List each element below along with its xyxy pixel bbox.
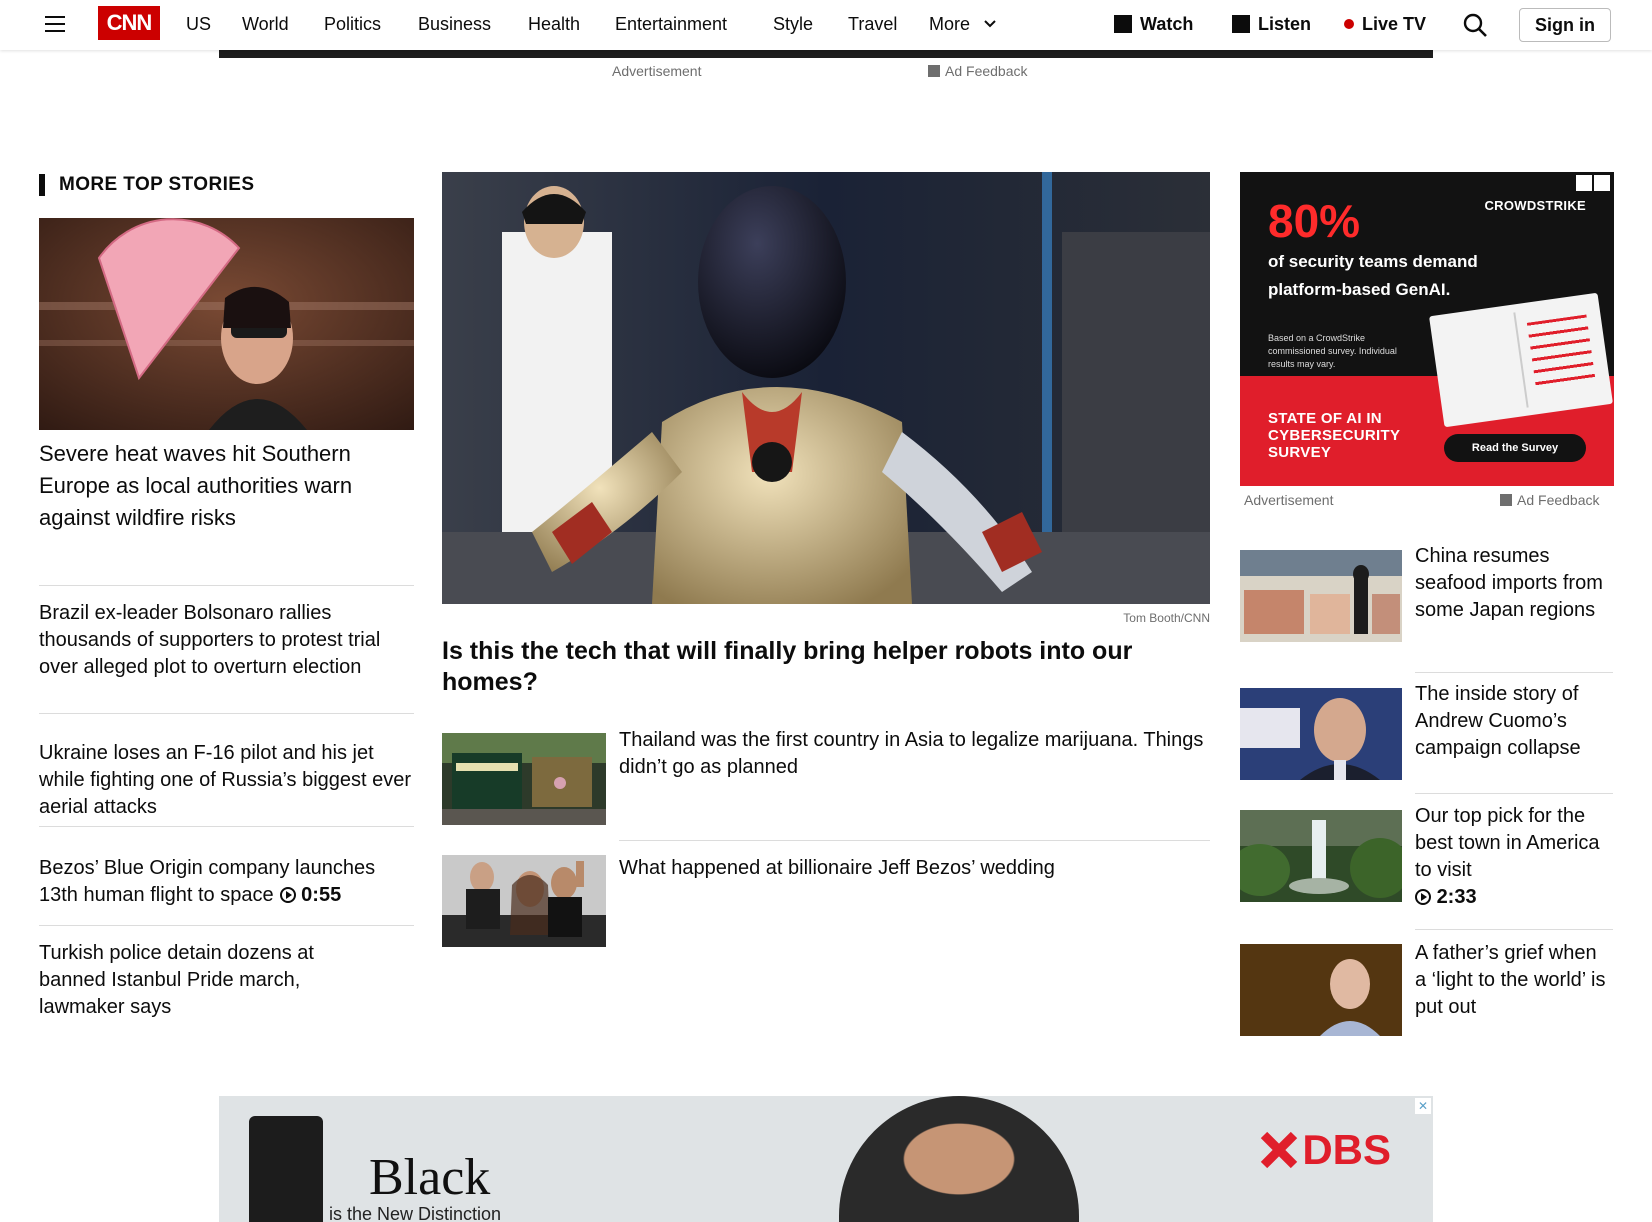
- listen-label: Listen: [1258, 14, 1312, 34]
- nav-style[interactable]: Style: [773, 10, 813, 38]
- story-image-seafood[interactable]: [1240, 550, 1402, 642]
- ad-person-image: [839, 1096, 1079, 1222]
- divider: [1415, 793, 1613, 794]
- story-image-thailand[interactable]: [442, 733, 606, 825]
- story-headline-ukraine[interactable]: Ukraine loses an F-16 pilot and his jet …: [39, 740, 414, 821]
- story-image-waterfall[interactable]: [1240, 810, 1402, 902]
- ad-percent: 80%: [1268, 195, 1361, 247]
- duration-label: 2:33: [1436, 886, 1477, 908]
- menu-icon[interactable]: [39, 8, 71, 40]
- right-ad-feedback-label: Ad Feedback: [1517, 492, 1600, 508]
- section-title: MORE TOP STORIES: [39, 174, 254, 196]
- story-image-bezos-wedding[interactable]: [442, 855, 606, 947]
- watch-label: Watch: [1140, 14, 1194, 34]
- lead-story-headline[interactable]: Is this the tech that will finally bring…: [442, 636, 1202, 698]
- dbs-logo-text: DBS: [1302, 1126, 1391, 1173]
- ad-card-image: [249, 1116, 323, 1222]
- video-duration: 0:55: [279, 884, 342, 906]
- lead-story-image-robot[interactable]: [442, 172, 1210, 604]
- live-tv-link[interactable]: Live TV: [1344, 10, 1426, 38]
- ad-brand: CROWDSTRIKE: [1484, 198, 1586, 213]
- divider: [39, 925, 414, 926]
- top-ad-feedback[interactable]: Ad Feedback: [928, 63, 1028, 79]
- ad-tagline: is the New Distinction: [329, 1204, 502, 1222]
- ad-choices-icon[interactable]: [1576, 175, 1610, 191]
- top-ad-banner[interactable]: [219, 50, 1433, 58]
- play-icon: [1415, 889, 1431, 905]
- ad-headline-word: Black: [369, 1149, 491, 1206]
- ad-cta-button[interactable]: Read the Survey: [1444, 434, 1586, 462]
- divider: [1415, 929, 1613, 930]
- nav-us[interactable]: US: [186, 10, 211, 38]
- duration-label: 0:55: [301, 884, 342, 906]
- top-ad-feedback-label: Ad Feedback: [945, 63, 1028, 79]
- watch-link[interactable]: Watch: [1114, 10, 1193, 38]
- top-ad-label: Advertisement: [612, 63, 702, 79]
- crowdstrike-ad[interactable]: 80% CROWDSTRIKE of security teams demand…: [1240, 172, 1614, 486]
- search-icon[interactable]: [1460, 10, 1490, 40]
- story-headline-best-town[interactable]: Our top pick for the best town in Americ…: [1415, 803, 1613, 911]
- story-image-cuomo[interactable]: [1240, 688, 1402, 780]
- divider: [619, 840, 1210, 841]
- listen-icon: [1232, 15, 1250, 33]
- dbs-logo: DBS: [1260, 1126, 1391, 1174]
- story-headline-istanbul[interactable]: Turkish police detain dozens at banned I…: [39, 940, 359, 1021]
- nav-entertainment[interactable]: Entertainment: [615, 10, 727, 38]
- story-headline-bezos-wedding[interactable]: What happened at billionaire Jeff Bezos’…: [619, 855, 1210, 882]
- ad-survey-title: STATE OF AI IN CYBERSECURITY SURVEY: [1268, 410, 1400, 461]
- story-headline-blue-origin[interactable]: Bezos’ Blue Origin company launches 13th…: [39, 855, 414, 909]
- divider: [39, 713, 414, 714]
- video-duration: 2:33: [1415, 886, 1477, 908]
- sign-in-button[interactable]: Sign in: [1519, 8, 1611, 42]
- nav-health[interactable]: Health: [528, 10, 580, 38]
- site-header: CNN US World Politics Business Health En…: [0, 0, 1652, 50]
- story-headline-cuomo[interactable]: The inside story of Andrew Cuomo’s campa…: [1415, 681, 1613, 762]
- right-ad-feedback[interactable]: Ad Feedback: [1500, 492, 1600, 508]
- story-image-father-grief[interactable]: [1240, 944, 1402, 1036]
- nav-more[interactable]: More: [929, 10, 970, 38]
- cnn-logo[interactable]: CNN: [98, 6, 160, 40]
- chevron-down-icon[interactable]: [982, 16, 998, 32]
- photo-credit: Tom Booth/CNN: [1123, 611, 1210, 625]
- live-tv-label: Live TV: [1362, 14, 1427, 34]
- dbs-mark-icon: [1261, 1131, 1298, 1169]
- live-dot-icon: [1344, 19, 1354, 29]
- nav-travel[interactable]: Travel: [848, 10, 897, 38]
- nav-business[interactable]: Business: [418, 10, 491, 38]
- divider: [1415, 672, 1613, 673]
- divider: [39, 826, 414, 827]
- right-ad-label: Advertisement: [1244, 492, 1334, 508]
- ad-close-icon[interactable]: ✕: [1415, 1098, 1431, 1114]
- story-headline-bolsonaro[interactable]: Brazil ex-leader Bolsonaro rallies thous…: [39, 600, 399, 681]
- story-headline-father-grief[interactable]: A father’s grief when a ‘light to the wo…: [1415, 940, 1613, 1021]
- feedback-icon: [1500, 494, 1512, 506]
- story-image-heat-wave[interactable]: [39, 218, 414, 430]
- ad-footnote: Based on a CrowdStrike commissioned surv…: [1268, 333, 1397, 369]
- ad-report-image: [1429, 292, 1613, 428]
- ad-message: of security teams demand platform-based …: [1268, 252, 1478, 299]
- story-headline-heat-wave[interactable]: Severe heat waves hit Southern Europe as…: [39, 438, 359, 534]
- story-headline-thailand[interactable]: Thailand was the first country in Asia t…: [619, 727, 1209, 781]
- watch-icon: [1114, 15, 1132, 33]
- play-icon: [279, 887, 296, 903]
- story-headline-best-town-text: Our top pick for the best town in Americ…: [1415, 805, 1600, 881]
- dbs-ad-banner[interactable]: Black is the New Distinction DBS ✕: [219, 1096, 1433, 1222]
- nav-world[interactable]: World: [242, 10, 289, 38]
- divider: [39, 585, 414, 586]
- nav-politics[interactable]: Politics: [324, 10, 381, 38]
- feedback-icon: [928, 65, 940, 77]
- listen-link[interactable]: Listen: [1232, 10, 1311, 38]
- story-headline-seafood[interactable]: China resumes seafood imports from some …: [1415, 543, 1613, 624]
